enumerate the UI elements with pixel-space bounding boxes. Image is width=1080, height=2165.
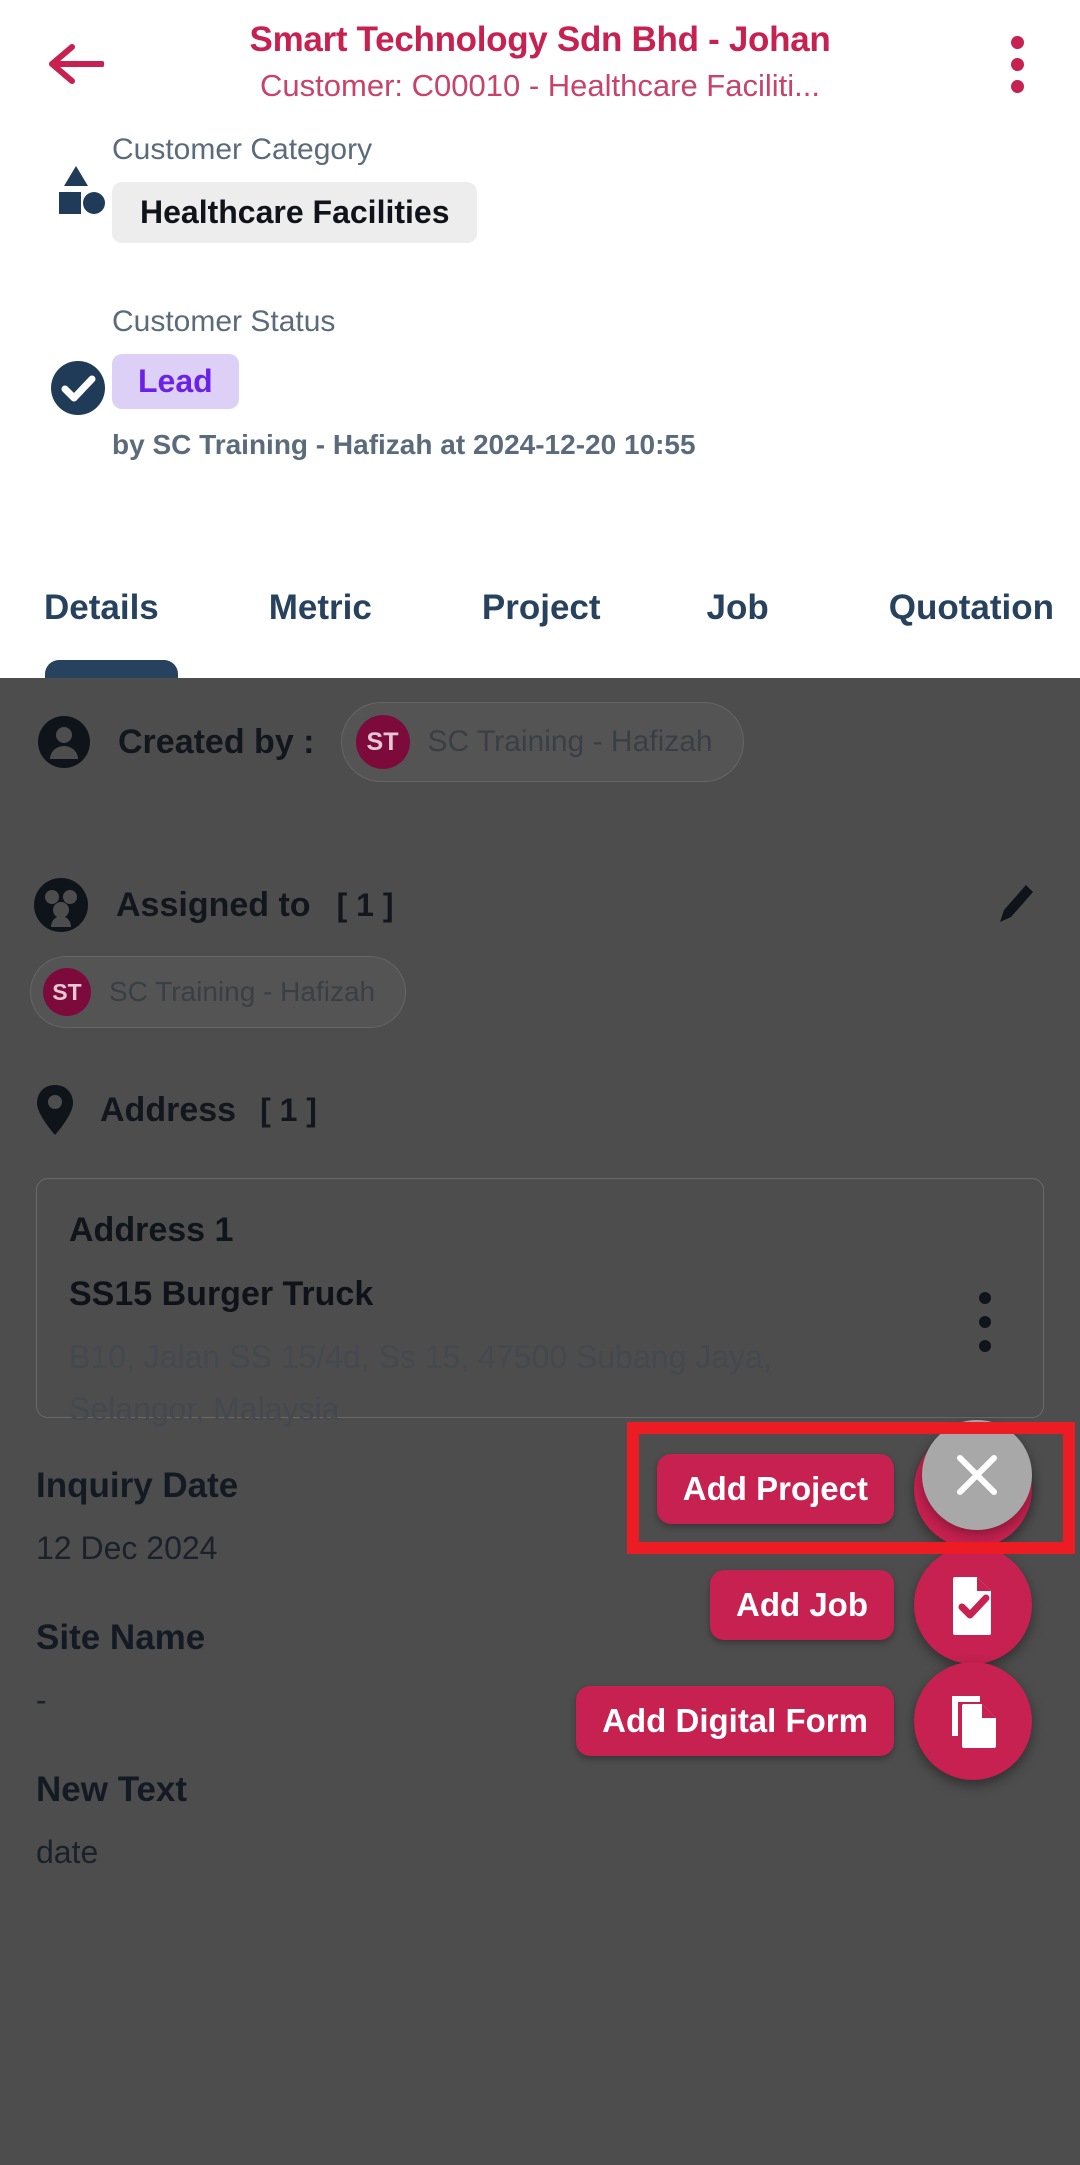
kebab-menu-icon [979, 1316, 991, 1328]
app-header: Smart Technology Sdn Bhd - Johan Custome… [0, 0, 1080, 128]
person-icon [36, 714, 92, 770]
add-digital-form-button[interactable] [914, 1662, 1032, 1780]
page-title: Smart Technology Sdn Bhd - Johan [249, 20, 831, 59]
tab-project[interactable]: Project [482, 588, 601, 628]
new-text-label: New Text [36, 1770, 188, 1809]
assigned-to-label: Assigned to [116, 885, 311, 924]
document-check-icon [953, 1577, 991, 1635]
address-count: [ 1 ] [260, 1091, 317, 1128]
details-tab-content: Created by : ST SC Training - Hafizah As… [0, 678, 1080, 2165]
created-by-chip[interactable]: ST SC Training - Hafizah [340, 702, 744, 782]
inquiry-date-label: Inquiry Date [36, 1466, 239, 1505]
assigned-to-count: [ 1 ] [336, 886, 394, 923]
kebab-menu-icon [979, 1340, 991, 1352]
customer-summary: Customer Category Healthcare Facilities … [0, 128, 1080, 467]
page-subtitle: Customer: C00010 - Healthcare Faciliti..… [260, 68, 820, 103]
customer-detail-page: Smart Technology Sdn Bhd - Johan Custome… [0, 0, 1080, 2165]
customer-category-value[interactable]: Healthcare Facilities [112, 182, 478, 243]
assigned-to-edit-button[interactable] [994, 878, 1038, 935]
address-label: Address [100, 1090, 237, 1129]
speed-dial-close-button[interactable] [922, 1420, 1032, 1530]
tab-quotation[interactable]: Quotation [889, 588, 1054, 628]
created-by-row: Created by : ST SC Training - Hafizah [36, 702, 744, 782]
location-pin-icon [34, 1082, 76, 1138]
created-by-name: SC Training - Hafizah [427, 725, 713, 758]
inquiry-date-value: 12 Dec 2024 [36, 1530, 218, 1566]
copy-document-icon [952, 1696, 996, 1748]
address-card-title: Address 1 [69, 1211, 234, 1249]
avatar: ST [43, 968, 91, 1016]
address-card[interactable]: Address 1 SS15 Burger Truck B10, Jalan S… [36, 1178, 1044, 1427]
customer-category-row: Customer Category Healthcare Facilities [0, 128, 1080, 256]
avatar: ST [355, 715, 410, 769]
new-text-field: New Text date [36, 1770, 187, 1871]
pencil-icon [1000, 885, 1033, 922]
tab-details[interactable]: Details [44, 588, 159, 628]
address-card-lines: B10, Jalan SS 15/4d, Ss 15, 47500 Subang… [69, 1339, 772, 1427]
arrow-left-icon [49, 44, 104, 84]
kebab-menu-icon [1010, 35, 1024, 49]
tab-job[interactable]: Job [707, 588, 769, 628]
status-badge[interactable]: Lead [112, 354, 239, 409]
assignee-chip[interactable]: ST SC Training - Hafizah [30, 956, 407, 1028]
add-job-label[interactable]: Add Job [710, 1570, 894, 1640]
status-byline: by SC Training - Hafizah at 2024-12-20 1… [112, 429, 696, 460]
people-icon [32, 876, 90, 934]
new-text-value: date [36, 1834, 99, 1870]
check-circle-icon [48, 356, 108, 420]
add-digital-form-label[interactable]: Add Digital Form [576, 1686, 894, 1756]
close-icon [957, 1455, 997, 1495]
site-name-value: - [36, 1682, 47, 1718]
inquiry-date-field: Inquiry Date 12 Dec 2024 [36, 1466, 238, 1567]
kebab-menu-icon [979, 1292, 991, 1304]
site-name-field: Site Name - [36, 1618, 205, 1719]
customer-status-row: Customer Status Lead by SC Training - Ha… [0, 300, 1080, 467]
speed-dial-action-add-job[interactable]: Add Job [710, 1546, 1032, 1664]
address-card-name: SS15 Burger Truck [69, 1275, 374, 1313]
customer-category-label: Customer Category [112, 133, 373, 166]
header-overflow-menu-button[interactable] [980, 24, 1054, 104]
assignee-name: SC Training - Hafizah [109, 976, 376, 1007]
created-by-label: Created by : [118, 722, 315, 761]
speed-dial-action-add-digital-form[interactable]: Add Digital Form [576, 1662, 1032, 1780]
customer-status-label: Customer Status [112, 305, 336, 338]
site-name-label: Site Name [36, 1618, 206, 1657]
shapes-icon [48, 156, 108, 220]
tab-metric[interactable]: Metric [269, 588, 372, 628]
address-section-header: Address [ 1 ] [34, 1082, 317, 1138]
address-card-overflow-menu-button[interactable] [955, 1279, 1015, 1365]
add-job-button[interactable] [914, 1546, 1032, 1664]
back-button[interactable] [40, 34, 112, 94]
add-project-label[interactable]: Add Project [656, 1454, 894, 1524]
header-title-group: Smart Technology Sdn Bhd - Johan Custome… [150, 16, 930, 108]
assigned-to-row: Assigned to [ 1 ] [32, 876, 393, 934]
kebab-menu-icon [1010, 57, 1024, 71]
kebab-menu-icon [1010, 79, 1024, 93]
